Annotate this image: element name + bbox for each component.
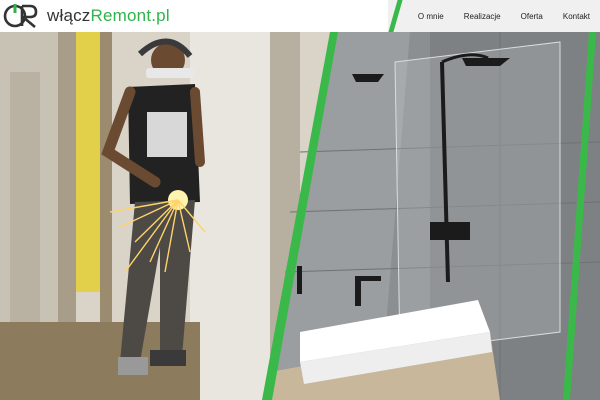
nav-link-oferta[interactable]: Oferta bbox=[511, 12, 553, 21]
site-logo[interactable]: włączRemont.pl bbox=[2, 2, 170, 30]
power-plug-logo-icon bbox=[2, 2, 46, 30]
logo-text: włączRemont.pl bbox=[47, 6, 170, 25]
hero-banner bbox=[0, 32, 600, 400]
nav-link-kontakt[interactable]: Kontakt bbox=[553, 12, 600, 21]
top-navbar: włączRemont.pl O mnie Realizacje Oferta … bbox=[0, 0, 600, 32]
nav-link-o-mnie[interactable]: O mnie bbox=[408, 12, 454, 21]
nav-link-realizacje[interactable]: Realizacje bbox=[454, 12, 511, 21]
main-nav: O mnie Realizacje Oferta Kontakt bbox=[408, 0, 600, 32]
